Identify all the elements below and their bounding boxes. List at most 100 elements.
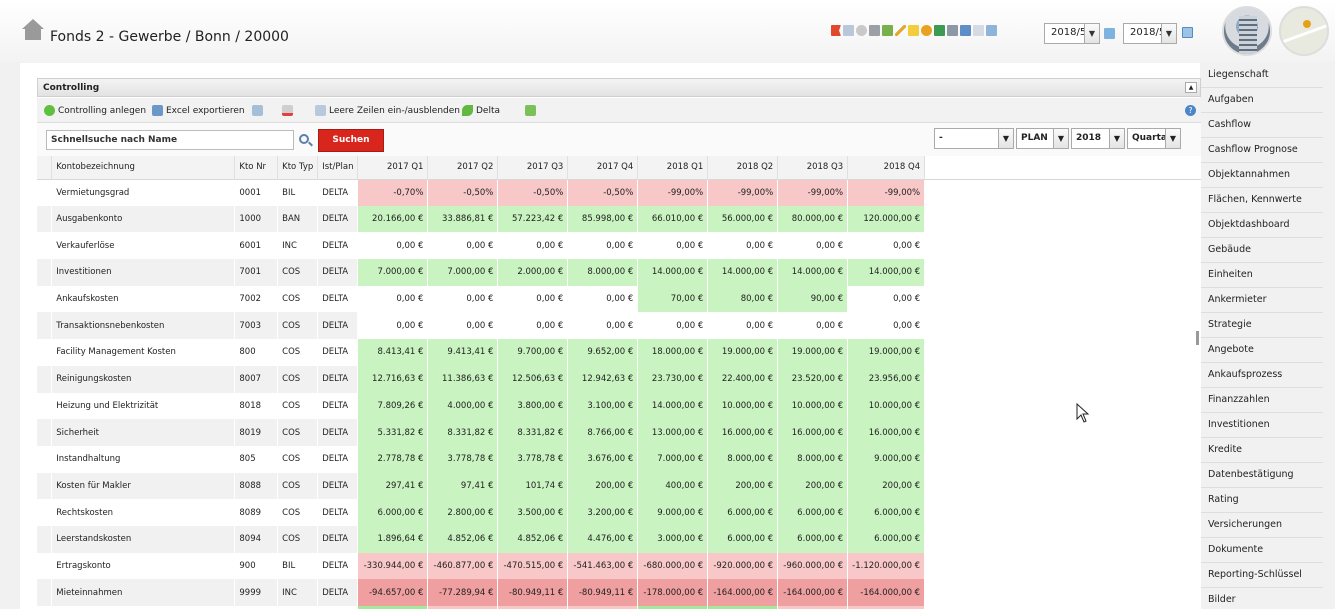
table-row[interactable]: Leerstandskosten 8094 COS DELTA 1.896,64 €4.… <box>37 525 1201 553</box>
cell-value[interactable]: 13.000,00 € <box>637 419 709 446</box>
cell-value[interactable]: 9.000,00 € <box>847 445 926 473</box>
cell-value[interactable]: 8.331,82 € <box>427 419 499 446</box>
cell-value[interactable]: 0,00 € <box>567 285 639 313</box>
cell-value[interactable]: -920.000,00 € <box>707 552 779 580</box>
table-row[interactable]: Ankaufskosten 7002 COS DELTA 0,00 €0,00 €0,0… <box>37 285 1201 313</box>
cell-value[interactable]: 200,00 € <box>567 472 639 500</box>
cell-kto-typ[interactable]: BAN <box>277 205 319 233</box>
cell-value[interactable]: 0,00 € <box>567 232 639 260</box>
cell-value[interactable]: 0,00 € <box>637 232 709 260</box>
search-button[interactable]: Suchen <box>318 129 384 152</box>
cell-value[interactable]: 1.896,64 € <box>357 525 429 553</box>
cell-kto-nr[interactable]: 800 <box>234 339 279 366</box>
note-icon[interactable] <box>908 25 919 36</box>
sidebar-item[interactable]: Reporting-Schlüssel <box>1201 563 1323 588</box>
cell-kto-nr[interactable]: 8019 <box>234 419 279 446</box>
cell-value[interactable]: 3.676,00 € <box>567 445 639 473</box>
delete-button[interactable] <box>282 105 293 116</box>
cell-value[interactable]: 19.000,00 € <box>777 339 849 366</box>
cell-kto-typ[interactable]: COS <box>277 312 319 340</box>
cell-value[interactable]: 56.000,00 € <box>707 205 779 233</box>
column-header[interactable]: 2018 Q4 <box>847 156 926 180</box>
cell-ist-plan[interactable]: DELTA <box>317 205 359 233</box>
sidebar-item[interactable]: Flächen, Kennwerte <box>1201 188 1323 213</box>
cell-kto-nr[interactable]: 8018 <box>234 392 279 420</box>
sidebar-item[interactable]: Finanzzahlen <box>1201 388 1323 413</box>
cell-value[interactable]: 6.000,00 € <box>847 525 926 553</box>
delta-button[interactable]: Delta <box>462 105 500 116</box>
cell-value[interactable]: 14.000,00 € <box>777 259 849 286</box>
cell-value[interactable]: 9.413,41 € <box>427 339 499 366</box>
refresh-icon[interactable] <box>1104 28 1115 39</box>
cell-value[interactable]: 6.000,00 € <box>777 499 849 526</box>
cell-value[interactable]: -80.949,11 € <box>497 579 569 606</box>
cell-value[interactable]: -470.515,00 € <box>497 552 569 580</box>
row-selector[interactable] <box>37 419 53 446</box>
cell-value[interactable]: 23.730,00 € <box>637 365 709 393</box>
cell-kto-typ[interactable]: COS <box>277 365 319 393</box>
cell-ist-plan[interactable]: DELTA <box>317 472 359 500</box>
cell-value[interactable]: 8.000,00 € <box>777 445 849 473</box>
coin-icon[interactable] <box>921 25 932 36</box>
column-header[interactable]: 2018 Q2 <box>707 156 779 180</box>
cell-value[interactable]: 9.700,00 € <box>497 339 569 366</box>
sidebar-item[interactable]: Angebote <box>1201 338 1323 363</box>
cell-value[interactable]: 4.852,06 € <box>497 525 569 553</box>
column-header[interactable]: Kto Typ <box>277 156 319 180</box>
period-from-select[interactable]: 2018/5 ▼ <box>1044 23 1100 44</box>
cell-value[interactable]: 10.000,00 € <box>847 392 926 420</box>
table-row[interactable]: Kosten für Makler 8088 COS DELTA 297,41 €97,… <box>37 472 1201 500</box>
cell-kto-typ[interactable]: INC <box>277 232 319 260</box>
cell-value[interactable]: 16.000,00 € <box>847 419 926 446</box>
cell-value[interactable]: 8.000,00 € <box>567 259 639 286</box>
cell-value[interactable]: -99,00% <box>707 179 779 206</box>
cell-ist-plan[interactable]: DELTA <box>317 285 359 313</box>
cell-value[interactable]: 6.000,00 € <box>777 525 849 553</box>
cell-kto-nr[interactable]: 0001 <box>234 179 279 206</box>
cell-value[interactable]: 19.000,00 € <box>707 339 779 366</box>
row-selector[interactable] <box>37 285 53 313</box>
column-header[interactable]: Ist/Plan <box>317 156 359 180</box>
cell-value[interactable]: 3.800,00 € <box>497 392 569 420</box>
cell-kto-nr[interactable]: 900 <box>234 552 279 580</box>
cell-value[interactable]: 9.652,00 € <box>567 339 639 366</box>
cell-value[interactable]: 0,00 € <box>637 312 709 340</box>
cell-ist-plan[interactable]: DELTA <box>317 232 359 260</box>
cell-ist-plan[interactable]: DELTA <box>317 365 359 393</box>
edit-icon[interactable] <box>986 25 997 36</box>
table-row[interactable]: Transaktionsnebenkosten 7003 COS DELTA 0,00 … <box>37 312 1201 340</box>
cell-value[interactable]: 0,00 € <box>777 232 849 260</box>
cell-value[interactable]: -960.000,00 € <box>777 552 849 580</box>
cell-value[interactable]: 0,00 € <box>357 312 429 340</box>
sidebar-item[interactable]: Dokumente <box>1201 538 1323 563</box>
cell-ist-plan[interactable]: DELTA <box>317 392 359 420</box>
cell-value[interactable]: 90,00 € <box>777 285 849 313</box>
sidebar-item[interactable]: Bilder <box>1201 588 1323 609</box>
cell-value[interactable]: 0,00 € <box>847 232 926 260</box>
period-type-select[interactable]: Quartal ▼ <box>1127 128 1181 149</box>
cell-value[interactable]: 400,00 € <box>637 472 709 500</box>
cell-value[interactable]: 0,00 € <box>497 285 569 313</box>
cell-kontobezeichnung[interactable]: Heizung und Elektrizität <box>51 392 236 420</box>
sidebar-item[interactable]: Cashflow <box>1201 113 1323 138</box>
cell-kontobezeichnung[interactable]: Reinigungskosten <box>51 365 236 393</box>
cell-value[interactable]: 16.000,00 € <box>777 419 849 446</box>
cell-value[interactable]: 8.000,00 € <box>707 445 779 473</box>
cell-kto-nr[interactable]: 8089 <box>234 499 279 526</box>
cell-value[interactable]: 0,00 € <box>427 285 499 313</box>
help-icon[interactable]: ? <box>1185 105 1196 116</box>
cell-value[interactable]: 14.000,00 € <box>707 259 779 286</box>
cell-kto-nr[interactable]: 7002 <box>234 285 279 313</box>
cell-kto-typ[interactable]: COS <box>277 339 319 366</box>
cell-value[interactable]: 14.000,00 € <box>637 259 709 286</box>
cell-value[interactable]: -164.000,00 € <box>777 579 849 606</box>
column-header[interactable]: 2017 Q3 <box>497 156 569 180</box>
table-row[interactable]: Ausgabenkonto 1000 BAN DELTA 20.166,00 €33.8… <box>37 205 1201 233</box>
row-selector[interactable] <box>37 365 53 393</box>
cell-value[interactable]: -99,00% <box>847 179 926 206</box>
cell-value[interactable]: 4.852,06 € <box>427 525 499 553</box>
cell-kto-nr[interactable]: 8094 <box>234 525 279 553</box>
cell-kontobezeichnung[interactable]: Vermietungsgrad <box>51 179 236 206</box>
row-selector[interactable] <box>37 499 53 526</box>
cell-value[interactable]: -164.000,00 € <box>707 579 779 606</box>
